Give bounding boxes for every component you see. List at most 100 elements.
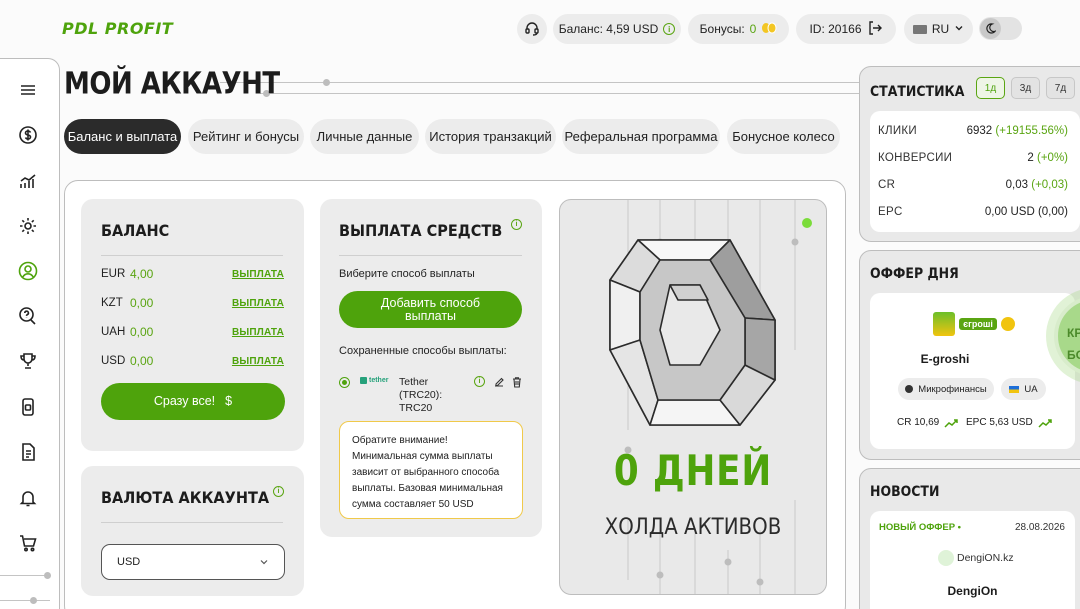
offer-name: E-groshi [920, 352, 970, 366]
offer-category: Микрофинансы [918, 383, 987, 395]
trash-icon[interactable] [511, 375, 523, 393]
currency-select-value: USD [117, 556, 141, 568]
offer-logo-text: єгрошi [959, 318, 997, 330]
tab-bonus-wheel[interactable]: Бонусное колесо [727, 119, 840, 154]
chevron-down-icon [954, 22, 964, 36]
tab-transactions[interactable]: История транзакций [425, 119, 556, 154]
tab-rating[interactable]: Рейтинг и бонусы [188, 119, 304, 154]
period-3d[interactable]: 3д [1011, 77, 1040, 99]
period-1d[interactable]: 1д [976, 77, 1005, 99]
news-offer-name: DengiOn [947, 584, 998, 598]
cart-icon[interactable] [17, 532, 39, 554]
stat-delta: (+0%) [1037, 152, 1068, 164]
bonus-value: 0 [749, 22, 757, 36]
currency-select[interactable]: USD [101, 544, 285, 580]
offer-epc: EPC 5,63 USD [966, 417, 1052, 428]
currency-card: ВАЛЮТА АККАУНТА i USD [81, 466, 304, 596]
user-id-pill[interactable]: ID: 20166 [796, 14, 896, 44]
saved-method-name: Tether (TRC20): TRC20 [399, 376, 443, 414]
add-payout-method-button[interactable]: Добавить способ выплаты [339, 291, 522, 328]
info-icon[interactable]: i [474, 376, 485, 387]
choose-method-label: Виберите способ выплаты [339, 268, 475, 280]
theme-toggle[interactable] [979, 17, 1022, 40]
flag-icon [912, 24, 927, 34]
stat-number: 2 [1027, 152, 1034, 164]
info-icon[interactable]: i [273, 486, 284, 497]
currency-amount: 0,00 [130, 354, 154, 368]
logo[interactable]: PDL PROFIT [62, 19, 173, 38]
promo-banner[interactable]: 0 ДНЕЙ ХОЛДА АКТИВОВ [559, 199, 827, 595]
decor-dot [30, 597, 37, 604]
currency-code: KZT [101, 297, 123, 309]
saved-method-radio[interactable] [339, 377, 350, 388]
payout-link[interactable]: ВЫПЛАТА [232, 269, 284, 280]
payout-link[interactable]: ВЫПЛАТА [232, 327, 284, 338]
user-icon[interactable] [17, 260, 39, 282]
palm-icon [933, 312, 956, 336]
currency-code: UAH [101, 326, 126, 338]
promo-subtitle: ХОЛДА АКТИВОВ [604, 515, 782, 540]
news-logo-icon [938, 550, 954, 566]
payout-link[interactable]: ВЫПЛАТА [232, 298, 284, 309]
bell-icon[interactable] [17, 487, 39, 509]
balance-title: БАЛАНС [101, 223, 170, 241]
stat-number: 6932 [966, 125, 993, 137]
faq-icon[interactable] [17, 305, 39, 327]
statistics-panel: СТАТИСТИКА 1д 3д 7д КЛИКИ 6932 (+19155.5… [859, 66, 1080, 242]
stat-number: 0,00 USD [984, 206, 1035, 218]
language-select[interactable]: RU [904, 14, 973, 44]
offer-of-day-panel: ОФФЕР ДНЯ єгрошi E-groshi Микрофинансы U… [859, 250, 1080, 460]
decor-line [260, 93, 860, 94]
payout-link[interactable]: ВЫПЛАТА [232, 356, 284, 367]
currency-title: ВАЛЮТА АККАУНТА [101, 490, 270, 508]
page-title: МОЙ АККАУНТ [64, 67, 280, 102]
main-panel: БАЛАНС EUR 4,00 ВЫПЛАТА KZT 0,00 ВЫПЛАТА… [64, 180, 846, 609]
stat-delta: (+0,03) [1031, 179, 1068, 191]
news-date: 28.08.2026 [1014, 522, 1065, 533]
user-id: ID: 20166 [809, 22, 862, 36]
decor-dot [44, 572, 51, 579]
sun-icon [1000, 317, 1015, 331]
document-icon[interactable] [17, 441, 39, 463]
tab-personal[interactable]: Личные данные [310, 119, 419, 154]
stat-value: 6932 (+19155.56%) [967, 125, 1068, 137]
stat-label: КОНВЕРСИИ [878, 152, 953, 164]
news-card[interactable]: НОВЫЙ ОФФЕР • 28.08.2026 DengiON.kz Deng… [870, 511, 1075, 609]
news-tag: НОВЫЙ ОФФЕР • [879, 522, 961, 533]
offer-category-chip: Микрофинансы [898, 378, 994, 400]
tab-balance[interactable]: Баланс и выплата [64, 119, 181, 154]
decor-line [0, 575, 50, 576]
headset-icon [524, 20, 540, 39]
chart-icon[interactable] [17, 170, 39, 192]
menu-icon[interactable] [17, 79, 39, 101]
currency-code: EUR [101, 268, 126, 280]
news-logo-text: DengiON.kz [957, 552, 1014, 564]
offer-card[interactable]: єгрошi E-groshi Микрофинансы UA CR 10,69… [870, 293, 1075, 449]
trophy-icon[interactable] [17, 350, 39, 372]
promo-headline: 0 ДНЕЙ [613, 446, 773, 495]
period-7d[interactable]: 7д [1046, 77, 1075, 99]
statistics-table: КЛИКИ 6932 (+19155.56%) КОНВЕРСИИ 2 (+0%… [870, 111, 1080, 232]
sidebar [0, 58, 60, 609]
edit-icon[interactable] [493, 375, 505, 393]
support-button[interactable] [517, 14, 547, 44]
currency-amount: 4,00 [130, 267, 154, 281]
language-value: RU [931, 22, 950, 36]
balance-pill[interactable]: Баланс: 4,59 USD i [553, 14, 681, 44]
divider [101, 522, 283, 523]
payout-card: ВЫПЛАТА СРЕДСТВ i Виберите способ выплат… [320, 199, 542, 537]
dollar-icon[interactable] [17, 124, 39, 146]
tab-referral[interactable]: Реферальная программа [562, 119, 720, 154]
logout-icon[interactable] [867, 20, 883, 39]
decor-dot [323, 79, 330, 86]
offer-cr-text: CR 10,69 [897, 417, 940, 428]
withdraw-all-button[interactable]: Сразу все! $ [101, 383, 285, 420]
stat-delta: (+19155.56%) [995, 125, 1068, 137]
moon-icon [980, 18, 1001, 39]
withdraw-all-label: Сразу все! [153, 394, 216, 408]
bonus-pill[interactable]: Бонусы: 0 [688, 14, 789, 44]
balance-card: БАЛАНС EUR 4,00 ВЫПЛАТА KZT 0,00 ВЫПЛАТА… [81, 199, 304, 451]
wallet-icon[interactable] [17, 396, 39, 418]
info-icon[interactable]: i [511, 219, 522, 230]
gear-icon[interactable] [17, 215, 39, 237]
